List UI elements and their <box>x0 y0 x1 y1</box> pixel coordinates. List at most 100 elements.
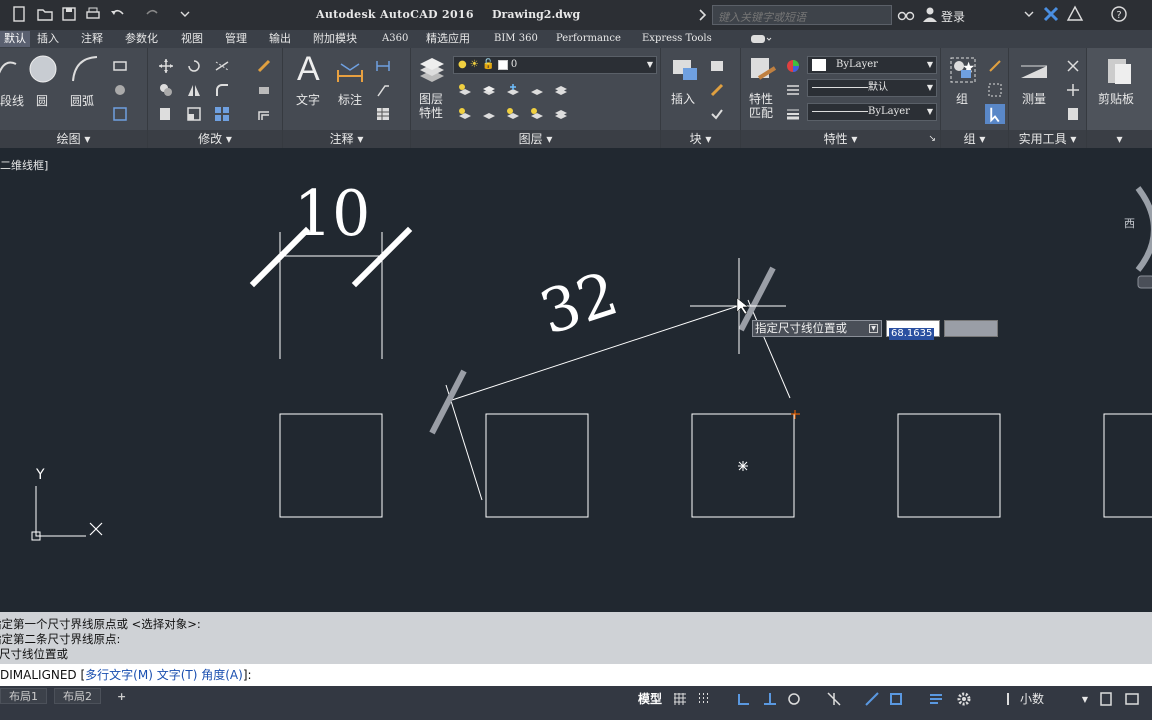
leader-icon[interactable] <box>375 82 391 98</box>
tab-manage[interactable]: 管理 <box>221 31 251 47</box>
text-a-icon[interactable]: A <box>297 50 320 89</box>
viewport-style-label[interactable]: 二维线框] <box>0 157 48 173</box>
lineweight-toggle-icon[interactable] <box>928 691 944 707</box>
viewcube-west-label[interactable]: 西 <box>1124 215 1135 231</box>
stretch-icon[interactable] <box>158 106 174 122</box>
tab-parametric[interactable]: 参数化 <box>121 31 162 47</box>
search-input[interactable] <box>713 8 891 27</box>
wcs-badge[interactable] <box>1137 275 1152 289</box>
redo-icon[interactable] <box>144 5 162 23</box>
clean-screen-icon[interactable] <box>1124 691 1140 707</box>
rectangle-icon[interactable] <box>112 58 128 74</box>
help-icon[interactable]: ? <box>1110 5 1128 23</box>
color-dropdown[interactable]: ByLayer ▼ <box>807 56 937 74</box>
properties-panel-title[interactable]: 特性 ▾ ↘ <box>741 130 940 148</box>
dynamic-distance-input[interactable]: 68.1635 <box>886 320 940 340</box>
linetype-icon[interactable] <box>785 82 801 98</box>
save-icon[interactable] <box>60 5 78 23</box>
layer-freeze-icon[interactable] <box>505 82 521 98</box>
rectangle-2[interactable] <box>485 413 589 518</box>
viewcube-ring[interactable] <box>1135 186 1152 272</box>
layer-match-icon[interactable] <box>553 82 569 98</box>
tab-annotate[interactable]: 注释 <box>77 31 107 47</box>
tab-bim360[interactable]: BIM 360 <box>490 31 542 47</box>
dynamic-input-prompt[interactable]: 指定尺寸线位置或 ▼ <box>752 320 882 337</box>
user-icon[interactable] <box>921 5 939 23</box>
model-space-button[interactable]: 模型 <box>638 690 662 707</box>
new-file-icon[interactable] <box>10 5 28 23</box>
snap-mode-icon[interactable] <box>696 691 712 707</box>
binoculars-icon[interactable] <box>897 5 915 23</box>
annotation-panel-title[interactable]: 注释 ▾ <box>283 130 410 148</box>
lineweight-dropdown[interactable]: ByLayer ▼ <box>807 103 937 121</box>
quick-properties-icon[interactable] <box>1098 691 1114 707</box>
chevron-right-icon[interactable] <box>694 6 712 24</box>
group-select-icon[interactable] <box>985 104 1005 124</box>
scale-icon[interactable] <box>186 106 202 122</box>
tab-default[interactable]: 默认 <box>0 31 30 47</box>
hatch-icon[interactable] <box>112 82 128 98</box>
layer-unlock-icon[interactable] <box>529 106 545 122</box>
clipboard-panel-toggle[interactable]: ▾ <box>1087 130 1152 148</box>
print-icon[interactable] <box>84 5 102 23</box>
ribbon-toggle-icon[interactable] <box>750 33 772 45</box>
tab-featured-apps[interactable]: 精选应用 <box>422 31 474 47</box>
ortho-icon[interactable] <box>762 691 778 707</box>
linear-dim-icon[interactable] <box>375 58 391 74</box>
rotate-icon[interactable] <box>186 58 202 74</box>
attribute-icon[interactable] <box>709 106 725 122</box>
units-dropdown[interactable]: 小数 ▼ <box>1020 691 1090 708</box>
layer-walk-icon[interactable] <box>481 106 497 122</box>
option-mtext[interactable]: 多行文字(M) <box>85 668 153 682</box>
option-angle[interactable]: 角度(A) <box>201 668 243 682</box>
circle-icon[interactable] <box>28 54 58 84</box>
paste-icon[interactable] <box>1103 54 1135 86</box>
arc-icon[interactable] <box>70 54 100 84</box>
tab-layout1[interactable]: 布局1 <box>0 688 47 704</box>
rectangle-5[interactable] <box>1103 413 1152 518</box>
point-icon[interactable] <box>1065 82 1081 98</box>
chevron-down-icon[interactable] <box>1020 5 1038 23</box>
command-line[interactable]: DIMALIGNED [多行文字(M) 文字(T) 角度(A)]: <box>0 664 1152 686</box>
undo-icon[interactable] <box>108 5 126 23</box>
autodesk-360-icon[interactable] <box>1066 5 1084 23</box>
edit-block-icon[interactable] <box>709 82 725 98</box>
modify-panel-title[interactable]: 修改 ▾ <box>148 130 282 148</box>
tab-view[interactable]: 视图 <box>177 31 207 47</box>
layer-isolate-icon[interactable] <box>481 82 497 98</box>
object-snap-icon[interactable] <box>888 691 904 707</box>
search-box[interactable] <box>712 5 892 27</box>
group-icon[interactable] <box>949 56 977 84</box>
offset-icon[interactable] <box>256 106 272 122</box>
chevron-down-icon[interactable] <box>176 5 194 23</box>
layers-panel-title[interactable]: 图层 ▾ <box>411 130 660 148</box>
dynamic-prompt-menu-icon[interactable]: ▼ <box>869 324 878 333</box>
linetype-dropdown[interactable]: 默认 ▼ <box>807 79 937 97</box>
exchange-apps-icon[interactable] <box>1042 5 1060 23</box>
add-layout-button[interactable]: + <box>108 688 136 704</box>
isodraft-icon[interactable] <box>826 691 842 707</box>
group-edit-icon[interactable] <box>987 82 1003 98</box>
table-icon[interactable] <box>375 106 391 122</box>
layer-lock-icon[interactable] <box>529 82 545 98</box>
block-panel-title[interactable]: 块 ▾ <box>661 130 740 148</box>
erase-icon[interactable] <box>256 58 272 74</box>
layer-thaw-icon[interactable] <box>505 106 521 122</box>
move-icon[interactable] <box>158 58 174 74</box>
tab-insert[interactable]: 插入 <box>33 31 63 47</box>
ungroup-icon[interactable] <box>987 58 1003 74</box>
lineweight-icon[interactable] <box>785 106 801 122</box>
drawing-area[interactable]: 10 32 Y 西 <box>0 150 1152 612</box>
layer-dropdown[interactable]: ● ☀ 🔓 0 ▼ <box>453 56 657 74</box>
polyline-icon[interactable] <box>0 56 20 84</box>
workspace-gear-icon[interactable] <box>956 691 972 707</box>
draw-panel-title[interactable]: 绘图 ▾ <box>0 130 147 148</box>
create-block-icon[interactable] <box>709 58 725 74</box>
explode-icon[interactable] <box>256 82 272 98</box>
login-button[interactable]: 登录 <box>941 8 965 25</box>
insert-block-icon[interactable] <box>669 54 701 86</box>
fillet-icon[interactable] <box>214 82 230 98</box>
rectangle-1[interactable] <box>279 413 383 518</box>
tab-output[interactable]: 输出 <box>265 31 295 47</box>
calculator-icon[interactable] <box>1065 106 1081 122</box>
